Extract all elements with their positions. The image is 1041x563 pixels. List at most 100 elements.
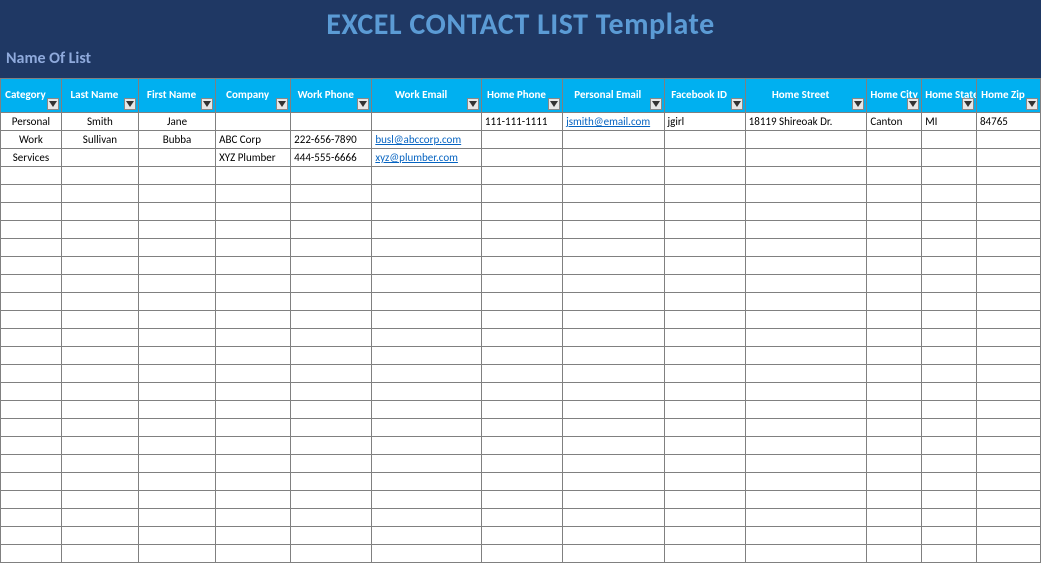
cell[interactable]: [372, 383, 482, 401]
cell[interactable]: Work: [1, 131, 62, 149]
cell[interactable]: [216, 455, 291, 473]
column-header[interactable]: Home City: [867, 79, 922, 113]
cell[interactable]: [61, 185, 138, 203]
filter-dropdown-icon[interactable]: [467, 98, 479, 110]
cell[interactable]: [481, 491, 562, 509]
cell[interactable]: [138, 293, 215, 311]
cell[interactable]: [922, 131, 977, 149]
cell[interactable]: [291, 347, 372, 365]
email-link[interactable]: busl@abccorp.com: [375, 133, 461, 146]
cell[interactable]: XYZ Plumber: [216, 149, 291, 167]
column-header[interactable]: Home Street: [745, 79, 867, 113]
cell[interactable]: [922, 347, 977, 365]
cell[interactable]: [745, 419, 867, 437]
cell[interactable]: [216, 527, 291, 545]
cell[interactable]: [664, 185, 745, 203]
filter-dropdown-icon[interactable]: [276, 98, 288, 110]
cell[interactable]: [372, 221, 482, 239]
cell[interactable]: [372, 275, 482, 293]
cell[interactable]: [976, 329, 1040, 347]
cell[interactable]: [563, 185, 664, 203]
cell[interactable]: [922, 329, 977, 347]
cell[interactable]: [922, 275, 977, 293]
filter-dropdown-icon[interactable]: [357, 98, 369, 110]
cell[interactable]: [664, 275, 745, 293]
cell[interactable]: [664, 437, 745, 455]
cell[interactable]: [745, 311, 867, 329]
cell[interactable]: [291, 113, 372, 131]
cell[interactable]: [372, 365, 482, 383]
cell[interactable]: [372, 491, 482, 509]
cell[interactable]: [867, 455, 922, 473]
cell[interactable]: [664, 401, 745, 419]
column-header[interactable]: Home Zip: [976, 79, 1040, 113]
cell[interactable]: [664, 473, 745, 491]
cell[interactable]: [291, 311, 372, 329]
cell[interactable]: [922, 221, 977, 239]
column-header[interactable]: First Name: [138, 79, 215, 113]
cell[interactable]: [922, 527, 977, 545]
cell[interactable]: [867, 149, 922, 167]
cell[interactable]: [291, 527, 372, 545]
cell[interactable]: [664, 239, 745, 257]
email-link[interactable]: xyz@plumber.com: [375, 151, 458, 164]
cell[interactable]: [291, 491, 372, 509]
column-header[interactable]: Company: [216, 79, 291, 113]
cell[interactable]: [138, 383, 215, 401]
cell[interactable]: [867, 419, 922, 437]
cell[interactable]: [867, 545, 922, 563]
cell[interactable]: [138, 365, 215, 383]
cell[interactable]: [922, 419, 977, 437]
cell[interactable]: [922, 473, 977, 491]
cell[interactable]: [372, 113, 482, 131]
column-header[interactable]: Home State: [922, 79, 977, 113]
cell[interactable]: [138, 473, 215, 491]
cell[interactable]: 84765: [976, 113, 1040, 131]
cell[interactable]: [138, 401, 215, 419]
cell[interactable]: [61, 239, 138, 257]
cell[interactable]: [216, 473, 291, 491]
cell[interactable]: [922, 545, 977, 563]
cell[interactable]: [291, 509, 372, 527]
cell[interactable]: [867, 491, 922, 509]
filter-dropdown-icon[interactable]: [907, 98, 919, 110]
cell[interactable]: [138, 329, 215, 347]
cell[interactable]: [867, 293, 922, 311]
cell[interactable]: [563, 527, 664, 545]
cell[interactable]: [216, 509, 291, 527]
cell[interactable]: [481, 311, 562, 329]
cell[interactable]: [922, 437, 977, 455]
cell[interactable]: [563, 221, 664, 239]
cell[interactable]: [867, 311, 922, 329]
cell[interactable]: [481, 365, 562, 383]
cell[interactable]: 111-111-1111: [481, 113, 562, 131]
cell[interactable]: [976, 419, 1040, 437]
cell[interactable]: [372, 293, 482, 311]
cell[interactable]: [61, 275, 138, 293]
cell[interactable]: [922, 239, 977, 257]
cell[interactable]: [216, 221, 291, 239]
cell[interactable]: [372, 509, 482, 527]
cell[interactable]: [481, 149, 562, 167]
cell[interactable]: [976, 401, 1040, 419]
cell[interactable]: [745, 167, 867, 185]
cell[interactable]: [481, 185, 562, 203]
cell[interactable]: [745, 257, 867, 275]
cell[interactable]: [372, 347, 482, 365]
cell[interactable]: [138, 455, 215, 473]
cell[interactable]: [664, 329, 745, 347]
cell[interactable]: [61, 347, 138, 365]
cell[interactable]: [664, 365, 745, 383]
cell[interactable]: [481, 221, 562, 239]
cell[interactable]: [922, 509, 977, 527]
cell[interactable]: [922, 185, 977, 203]
cell[interactable]: [867, 401, 922, 419]
cell[interactable]: [563, 311, 664, 329]
cell[interactable]: [563, 365, 664, 383]
cell[interactable]: [481, 203, 562, 221]
cell[interactable]: [867, 347, 922, 365]
cell[interactable]: [976, 473, 1040, 491]
cell[interactable]: [216, 275, 291, 293]
cell[interactable]: [481, 437, 562, 455]
cell[interactable]: [745, 131, 867, 149]
